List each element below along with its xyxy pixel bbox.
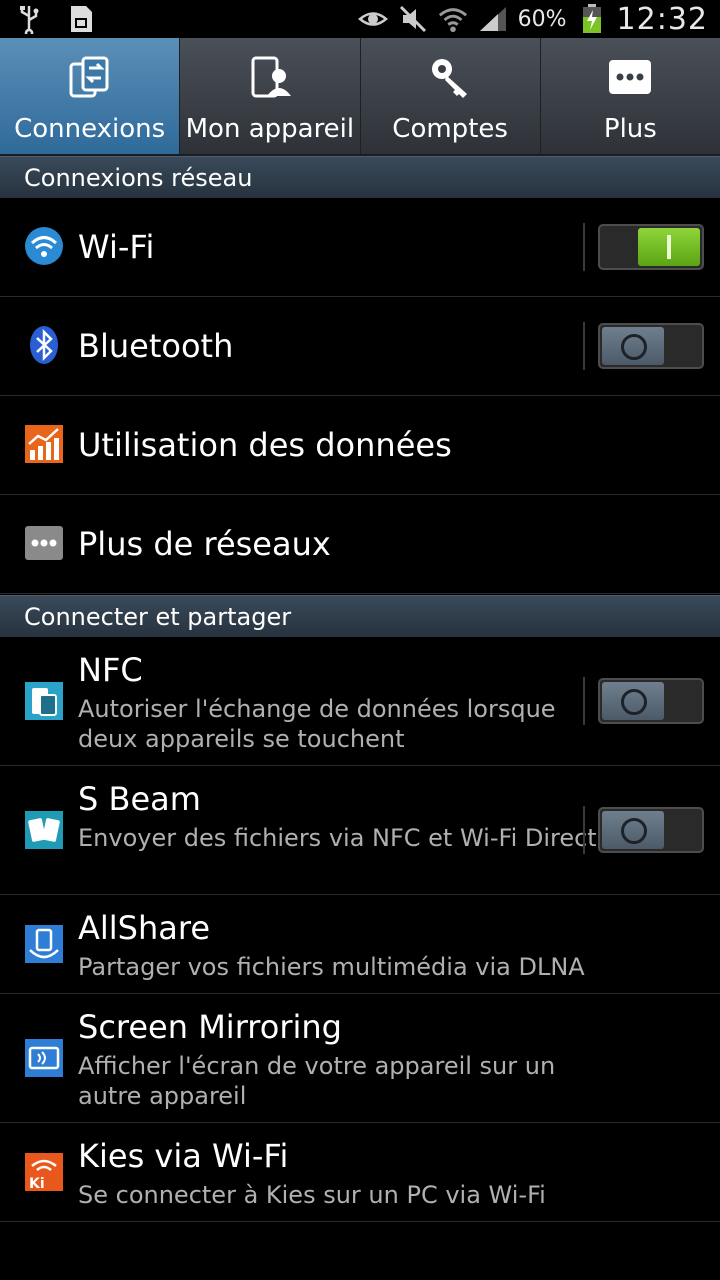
tab-plus[interactable]: Plus [541,38,720,154]
key-icon [427,52,473,102]
section-header-share: Connecter et partager [0,595,720,637]
setting-row-wifi[interactable]: Wi-Fi [0,198,720,297]
setting-row-kies-wifi[interactable]: Ki Kies via Wi-Fi Se connecter à Kies su… [0,1123,720,1222]
bluetooth-icon [24,325,64,365]
tab-label: Comptes [392,114,508,144]
toggle-knob [602,327,664,365]
mute-icon [398,4,428,34]
setting-row-allshare[interactable]: AllShare Partager vos fichiers multimédi… [0,895,720,994]
cell-signal-icon [478,4,508,34]
kies-wifi-icon: Ki [24,1152,64,1192]
setting-title: Plus de réseaux [78,525,331,563]
usb-icon [14,4,44,34]
toggle-knob [638,228,700,266]
more-icon [607,52,653,102]
wifi-toggle[interactable] [598,224,704,270]
row-divider [583,223,585,271]
tab-label: Mon appareil [185,114,355,144]
eye-icon [357,4,388,34]
tab-mon-appareil[interactable]: Mon appareil [180,38,361,154]
data-usage-icon [24,424,64,464]
svg-text:Ki: Ki [29,1176,45,1192]
setting-title: AllShare [78,909,211,947]
setting-title: Kies via Wi-Fi [78,1137,289,1175]
setting-title: Screen Mirroring [78,1008,342,1046]
clock: 12:32 [616,1,708,37]
tab-connexions[interactable]: Connexions [0,38,181,154]
nfc-toggle[interactable] [598,678,704,724]
settings-tabs: Connexions Mon appareil Comptes Plus [0,38,720,156]
toggle-knob [602,682,664,720]
setting-row-bluetooth[interactable]: Bluetooth [0,297,720,396]
setting-subtitle: Se connecter à Kies sur un PC via Wi-Fi [78,1181,546,1209]
setting-title: Utilisation des données [78,426,452,464]
setting-row-data-usage[interactable]: Utilisation des données [0,396,720,495]
wifi-icon [24,226,64,266]
setting-subtitle: Partager vos fichiers multimédia via DLN… [78,953,585,981]
tab-label: Plus [603,114,657,144]
setting-subtitle: Afficher l'écran de votre appareil sur u… [78,1052,556,1110]
nfc-icon [24,681,64,721]
sd-card-icon [66,4,96,34]
setting-title: S Beam [78,780,201,818]
toggle-knob [602,811,664,849]
setting-subtitle: Envoyer des fichiers via NFC et Wi-Fi Di… [78,824,597,852]
setting-subtitle: Autoriser l'échange de données lorsque d… [78,695,556,753]
section-header-network: Connexions réseau [0,156,720,198]
screen-mirroring-icon [24,1038,64,1078]
setting-title: Wi-Fi [78,228,155,266]
setting-row-screen-mirroring[interactable]: Screen Mirroring Afficher l'écran de vot… [0,994,720,1123]
setting-row-s-beam[interactable]: S Beam Envoyer des fichiers via NFC et W… [0,766,720,895]
status-bar: 60% 12:32 [0,0,720,38]
row-divider [583,806,585,854]
setting-title: NFC [78,651,143,689]
device-icon [247,52,293,102]
tab-comptes[interactable]: Comptes [361,38,541,154]
wifi-signal-icon [438,4,468,34]
s-beam-toggle[interactable] [598,807,704,853]
setting-row-nfc[interactable]: NFC Autoriser l'échange de données lorsq… [0,637,720,766]
tab-label: Connexions [14,114,166,144]
setting-row-more-networks[interactable]: Plus de réseaux [0,495,720,594]
battery-percent: 60% [517,6,567,32]
bluetooth-toggle[interactable] [598,323,704,369]
more-networks-icon [24,523,64,563]
s-beam-icon [24,810,64,850]
battery-charging-icon [577,4,607,34]
row-divider [583,322,585,370]
setting-title: Bluetooth [78,327,234,365]
allshare-icon [24,924,64,964]
connections-icon [67,52,113,102]
row-divider [583,677,585,725]
